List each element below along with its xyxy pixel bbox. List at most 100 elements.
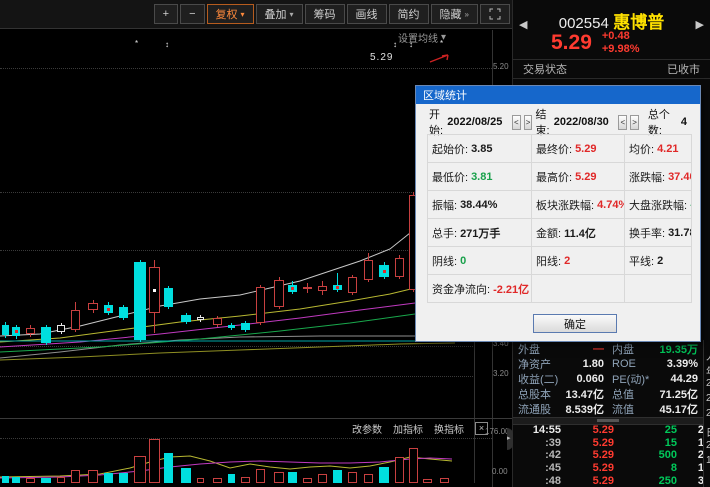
info-value: 71.25亿: [658, 386, 698, 402]
volume-bar: [181, 468, 191, 483]
stat-label: 最终价:: [536, 141, 572, 157]
stat-label: 换手率:: [629, 225, 665, 241]
end-next-button[interactable]: >: [630, 115, 639, 130]
change-params-link[interactable]: 改参数: [352, 421, 382, 436]
info-value: —: [564, 343, 604, 355]
stat-value: 38.44%: [460, 199, 497, 211]
info-value: 3.39%: [658, 358, 698, 370]
stat-cell: 最低价:3.81: [428, 163, 532, 191]
stat-cell: 换手率:31.78%: [625, 219, 692, 247]
start-next-button[interactable]: >: [524, 115, 533, 130]
stat-cell: [625, 275, 692, 303]
dialog-titlebar[interactable]: 区域统计: [416, 86, 700, 104]
candle: [134, 262, 146, 340]
tick-row: :485.292503: [513, 474, 703, 487]
info-row: 总股本13.47亿总值71.25亿: [513, 386, 703, 401]
stock-app-window: 设置均线 ▾ 5.29 改参数加指标换指标× 5.203.403.20176.0…: [0, 0, 710, 487]
stat-value: 0: [460, 255, 466, 267]
tick-row: 14:555.29252: [513, 424, 703, 437]
tick-volume: 15: [621, 437, 677, 449]
clipped-text: 人: [706, 348, 710, 363]
candle-signal-dot: [291, 287, 294, 290]
trading-status-row: 交易状态 已收市: [513, 59, 710, 79]
stat-cell: 涨跌幅:37.40%: [625, 163, 692, 191]
stat-label: 最低价:: [432, 169, 468, 185]
volume-bar: [364, 474, 373, 483]
stat-cell: 金额:11.4亿: [532, 219, 625, 247]
info-row: 收益(二)0.060PE(动)*44.29: [513, 371, 703, 386]
axis-label: 3.20: [493, 369, 509, 378]
tick-row: :425.295002: [513, 449, 703, 462]
tick-volume: 8: [621, 462, 677, 474]
tick-time: 14:55: [521, 424, 561, 436]
add-indicator-link[interactable]: 加指标: [393, 421, 423, 436]
info-label: 收益(二): [518, 371, 564, 387]
end-prev-button[interactable]: <: [618, 115, 627, 130]
axis-label: 0.00: [492, 467, 508, 476]
tick-time: :48: [521, 475, 561, 487]
stat-cell: 起始价:3.85: [428, 135, 532, 163]
volume-bar: [88, 470, 98, 483]
region-stats-dialog: 区域统计 开始: 2022/08/25 < > 结束: 2022/08/30 <…: [415, 85, 701, 342]
ma-settings-label: 设置均线: [398, 30, 438, 45]
clipped-text: 19: [706, 455, 710, 466]
stat-cell: 大盘涨跌幅:-1.04%: [625, 191, 692, 219]
clipped-text: 20: [706, 393, 710, 404]
candle: [71, 310, 80, 330]
stat-value: 3.85: [471, 143, 492, 155]
stat-cell: 最终价:5.29: [532, 135, 625, 163]
ma-settings-link[interactable]: 设置均线 ▾: [398, 30, 446, 45]
candle: [241, 323, 250, 330]
end-date: 2022/08/30: [554, 116, 609, 128]
stat-cell: 振幅:38.44%: [428, 191, 532, 219]
tick-volume: 25: [621, 424, 677, 436]
tick-price: 5.29: [568, 449, 614, 461]
stat-value: 2: [657, 255, 663, 267]
axis-label: 176.00: [485, 427, 509, 436]
info-row: 流通股8.539亿流值45.17亿: [513, 401, 703, 416]
tick-count: 1: [684, 437, 703, 449]
stat-value: 2: [564, 255, 570, 267]
volume-bar: [256, 469, 265, 483]
clipped-text: 日: [706, 424, 710, 439]
clipped-text: 年: [706, 363, 710, 378]
candle-signal-dot: [383, 270, 386, 273]
candle: [318, 286, 327, 291]
stat-value: 5.29: [575, 143, 596, 155]
stat-label: 总手:: [432, 225, 457, 241]
stat-label: 金额:: [536, 225, 561, 241]
clipped-text: 20: [706, 440, 710, 451]
stat-value: -1.04%: [690, 199, 692, 211]
volume-bar: [303, 478, 312, 483]
axis-label: 5.20: [493, 62, 509, 71]
indicator-bar: 改参数加指标换指标 ×: [352, 421, 488, 436]
panel-collapse-handle[interactable]: ▸: [507, 428, 513, 450]
volume-bar: [197, 478, 204, 483]
candle: [228, 325, 235, 328]
status-label: 交易状态: [523, 61, 567, 77]
candle: [26, 328, 35, 334]
stat-cell: 总手:271万手: [428, 219, 532, 247]
switch-indicator-link[interactable]: 换指标: [434, 421, 464, 436]
stat-label: 平线:: [629, 253, 654, 269]
volume-bar: [41, 478, 51, 483]
stat-label: 起始价:: [432, 141, 468, 157]
tick-count: 3: [684, 475, 703, 487]
volume-bar: [423, 479, 432, 483]
clipped-text: 20: [706, 408, 710, 419]
info-row: 外盘—内盘19.35万: [513, 341, 703, 356]
volume-bar: [409, 448, 418, 483]
info-label: 内盘: [612, 341, 658, 357]
volume-bar: [2, 476, 9, 483]
info-label: 流值: [612, 401, 658, 417]
candle-signal-dot: [15, 330, 18, 333]
volume-bar: [288, 472, 297, 483]
info-label: PE(动)*: [612, 371, 658, 387]
info-label: 总值: [612, 386, 658, 402]
stat-value: 271万手: [460, 225, 500, 241]
close-indicator-button[interactable]: ×: [475, 422, 488, 435]
ok-button[interactable]: 确定: [533, 314, 617, 333]
tick-row: :395.29151: [513, 437, 703, 450]
candle: [256, 287, 265, 323]
start-prev-button[interactable]: <: [512, 115, 521, 130]
